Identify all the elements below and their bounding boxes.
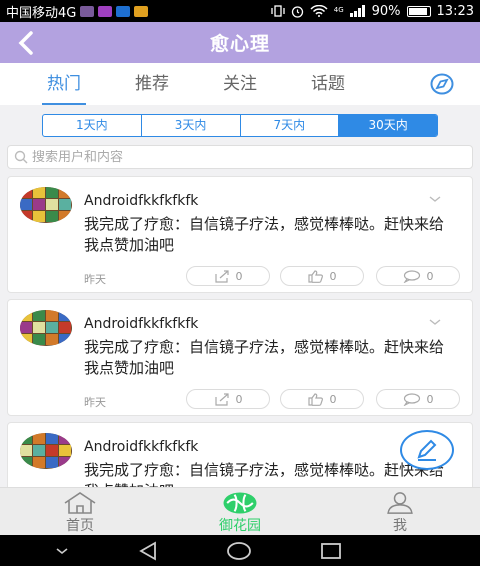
comment-count: 0 [426, 269, 434, 283]
search-input[interactable] [32, 149, 452, 165]
like-button[interactable]: 0 [280, 266, 364, 286]
tab-hot[interactable]: 热门 [20, 63, 108, 105]
nav-me-label: 我 [393, 518, 407, 534]
thumbs-up-icon [307, 269, 323, 283]
person-icon [387, 492, 413, 514]
comment-button[interactable]: 0 [376, 389, 460, 409]
recents-square-icon[interactable] [319, 541, 343, 561]
post-time: 昨天 [84, 273, 106, 286]
tab-follow[interactable]: 关注 [196, 63, 284, 105]
nav-garden-label: 御花园 [219, 518, 261, 534]
signal-icon [349, 5, 365, 17]
tab-recommend[interactable]: 推荐 [108, 63, 196, 105]
post-card[interactable]: Androidfkkfkfkfk 我完成了疗愈：自信镜子疗法，感觉棒棒哒。赶快来… [7, 176, 473, 293]
back-arrow-icon [18, 31, 33, 55]
status-bar: 中国移动4G 4G 90% 13:23 [0, 0, 480, 22]
post-username[interactable]: Androidfkkfkfkfk [84, 316, 198, 332]
post-card[interactable]: Androidfkkfkfkfk 我完成了疗愈：自信镜子疗法，感觉棒棒哒。赶快来… [7, 299, 473, 416]
comment-count: 0 [426, 392, 434, 406]
pencil-icon [417, 439, 437, 461]
time-filter: 1天内 3天内 7天内 30天内 [42, 114, 438, 137]
filter-1-day[interactable]: 1天内 [43, 115, 142, 136]
back-triangle-icon[interactable] [137, 540, 159, 561]
post-username[interactable]: Androidfkkfkfkfk [84, 193, 198, 209]
nav-home-label: 首页 [66, 518, 94, 534]
vibrate-icon [271, 5, 285, 17]
system-nav-bar [0, 535, 480, 566]
filter-30-days[interactable]: 30天内 [339, 115, 437, 136]
carrier-label: 中国移动4G [6, 5, 77, 21]
nav-home[interactable]: 首页 [0, 488, 160, 535]
compass-icon[interactable] [430, 73, 454, 95]
notification-app-icon [134, 5, 149, 17]
battery-percent: 90% [371, 3, 401, 19]
share-icon [214, 392, 229, 406]
avatar[interactable] [20, 433, 72, 469]
like-button[interactable]: 0 [280, 389, 364, 409]
nav-me[interactable]: 我 [320, 488, 480, 535]
filter-3-days[interactable]: 3天内 [142, 115, 241, 136]
search-icon [14, 150, 28, 164]
avatar[interactable] [20, 187, 72, 223]
home-circle-icon[interactable] [226, 541, 252, 561]
post-time: 昨天 [84, 396, 106, 409]
chevron-down-icon[interactable] [428, 194, 442, 204]
comment-icon [403, 392, 420, 406]
home-icon [64, 492, 96, 514]
share-button[interactable]: 0 [186, 266, 270, 286]
nav-garden[interactable]: 御花园 [160, 488, 320, 535]
post-content: 我完成了疗愈：自信镜子疗法，感觉棒棒哒。赶快来给我点赞加油吧 [84, 215, 445, 254]
post-username[interactable]: Androidfkkfkfkfk [84, 439, 198, 455]
share-count: 0 [235, 392, 243, 406]
filter-7-days[interactable]: 7天内 [241, 115, 340, 136]
clock: 13:23 [436, 3, 474, 19]
share-icon [214, 269, 229, 283]
garden-icon [223, 492, 257, 514]
comment-button[interactable]: 0 [376, 266, 460, 286]
notification-app-icon [80, 5, 95, 17]
app-header: 愈心理 [0, 22, 480, 63]
search-box [7, 145, 473, 169]
network-type-label: 4G [333, 5, 344, 14]
collapse-icon[interactable] [54, 546, 70, 556]
like-count: 0 [329, 392, 337, 406]
alarm-icon [291, 5, 303, 18]
back-button[interactable] [12, 29, 40, 57]
notification-app-icon [98, 5, 113, 17]
chevron-down-icon[interactable] [428, 317, 442, 327]
post-content: 我完成了疗愈：自信镜子疗法，感觉棒棒哒。赶快来给我点赞加油吧 [84, 338, 445, 377]
bottom-nav: 首页 御花园 我 [0, 487, 480, 535]
avatar[interactable] [20, 310, 72, 346]
like-count: 0 [329, 269, 337, 283]
notification-app-icon [116, 5, 131, 17]
share-count: 0 [235, 269, 243, 283]
page-title: 愈心理 [209, 33, 270, 55]
wifi-icon [310, 5, 328, 17]
share-button[interactable]: 0 [186, 389, 270, 409]
battery-icon [406, 5, 431, 17]
tab-topics[interactable]: 话题 [284, 63, 372, 105]
compose-button[interactable] [400, 430, 454, 470]
comment-icon [403, 269, 420, 283]
tab-bar: 热门 推荐 关注 话题 [0, 63, 480, 105]
thumbs-up-icon [307, 392, 323, 406]
